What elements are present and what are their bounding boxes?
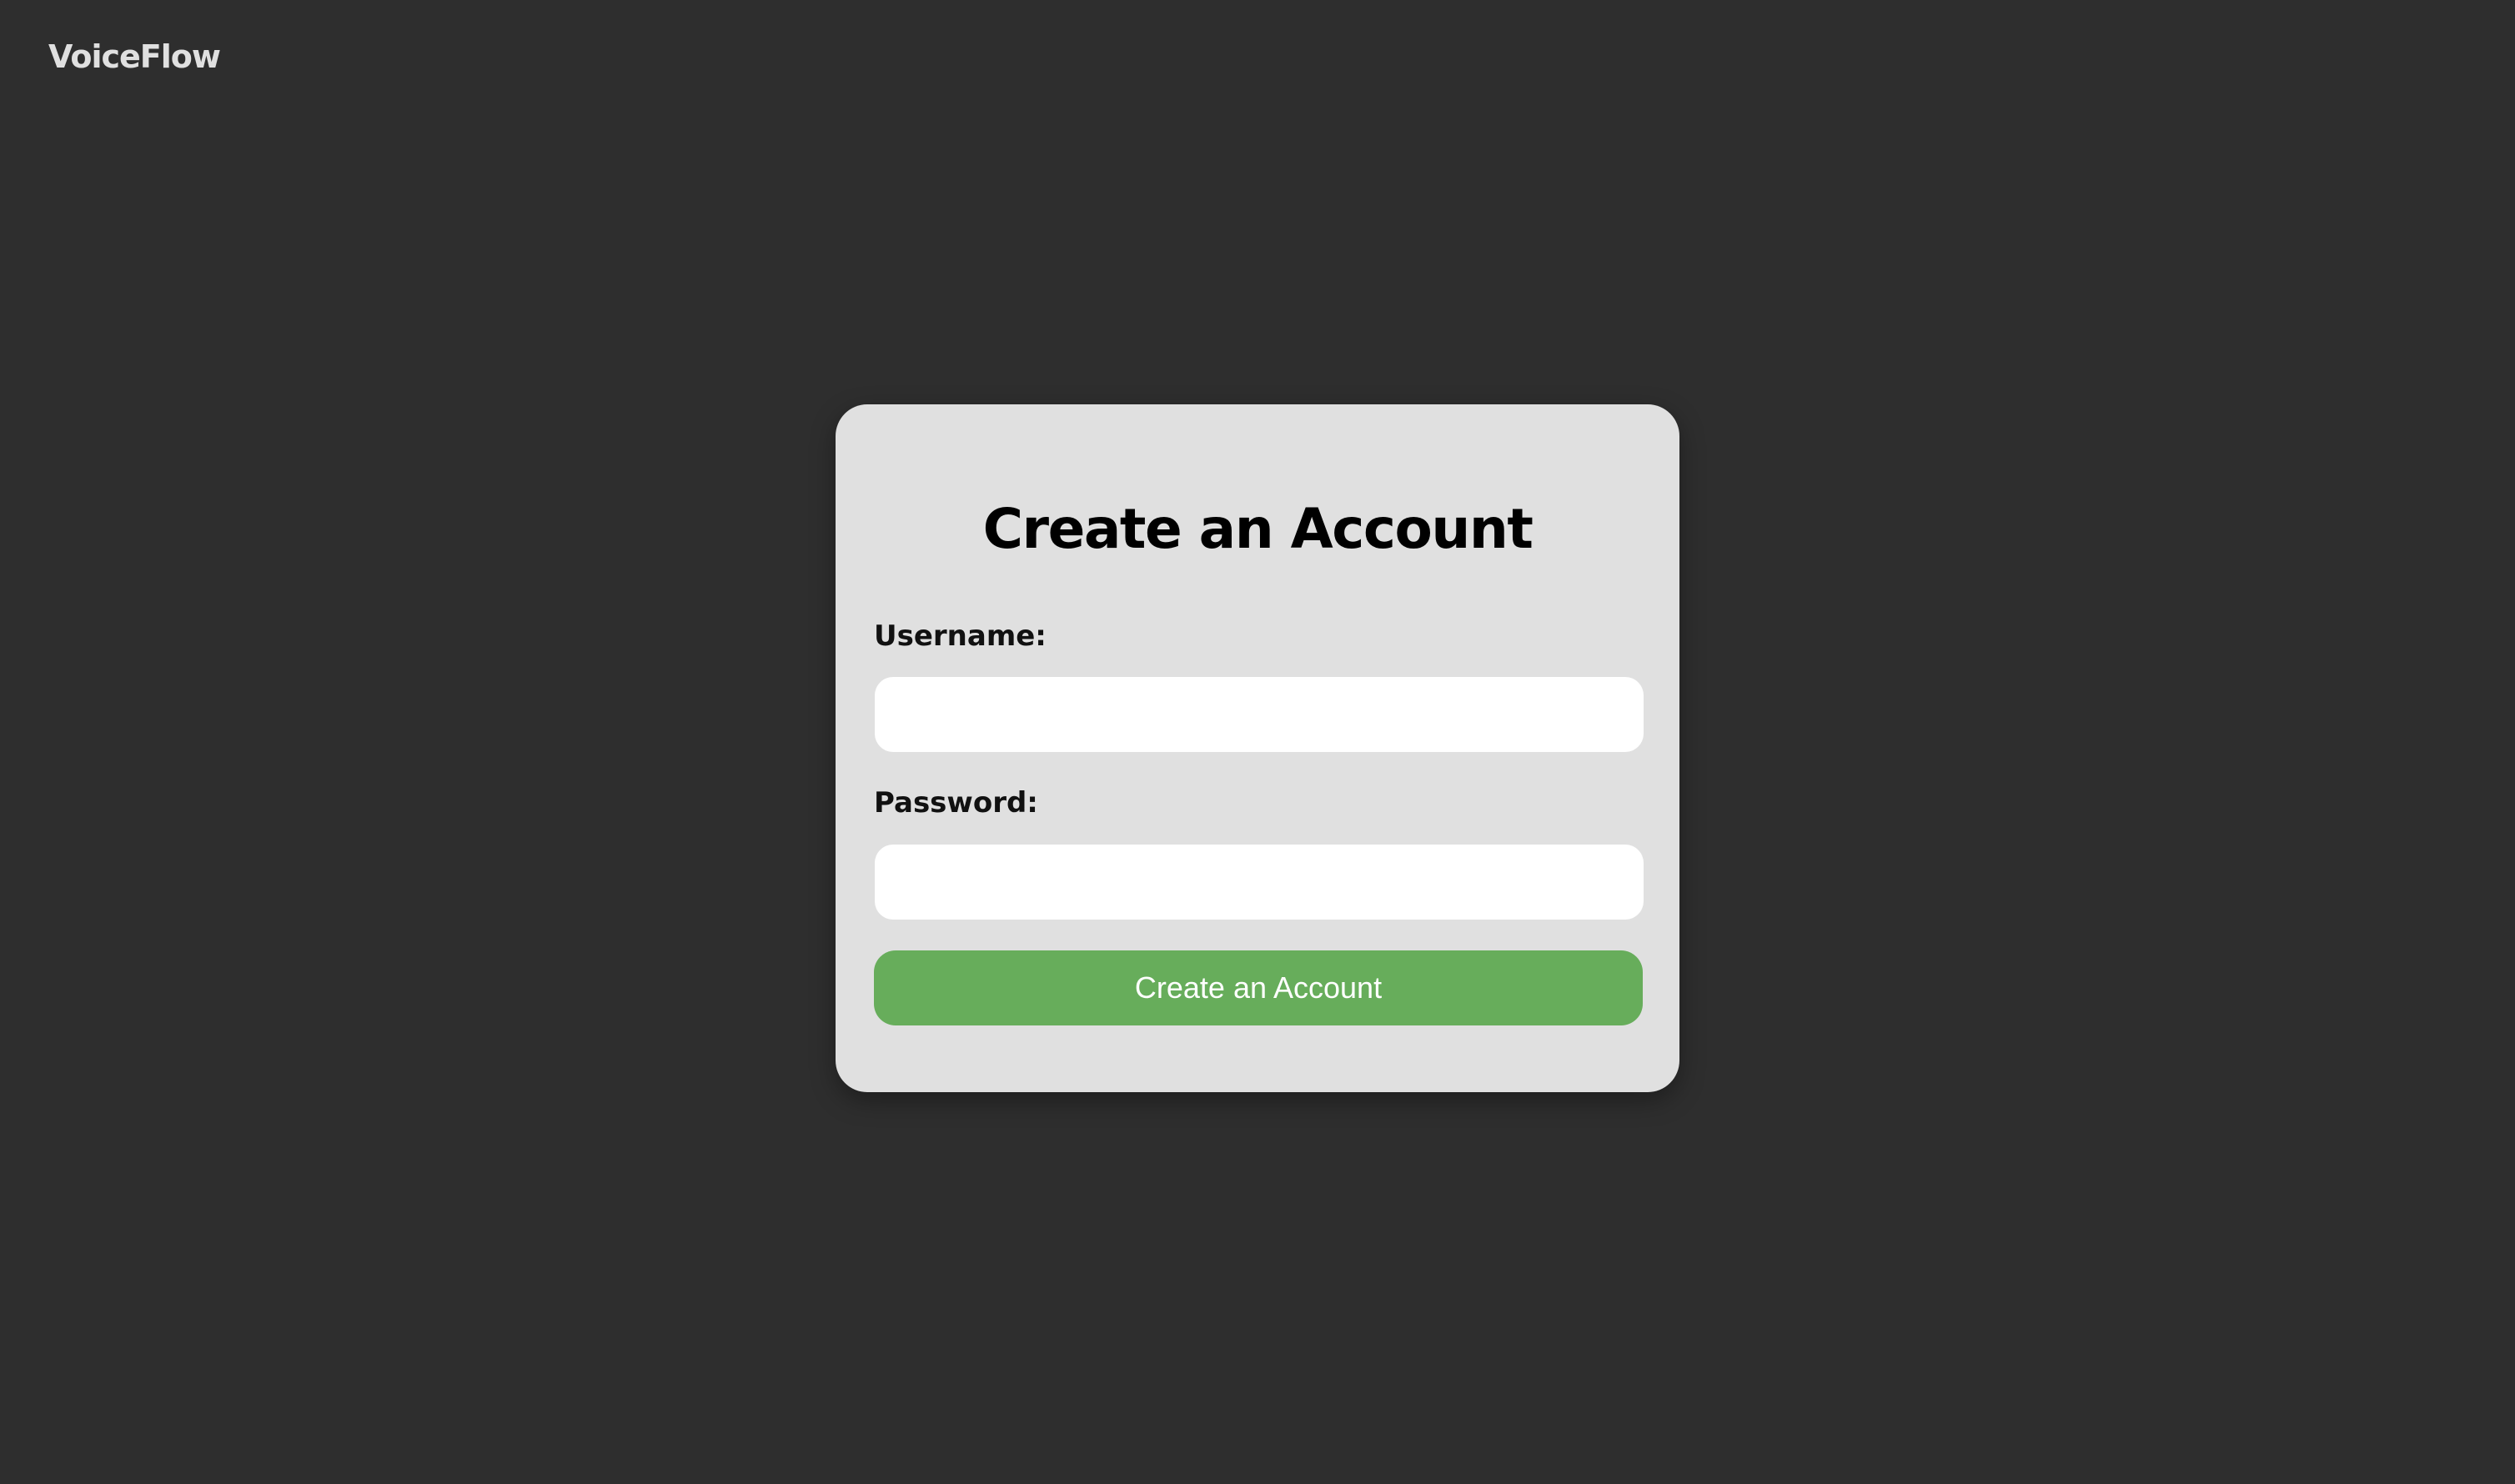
username-label: Username: xyxy=(874,619,1047,653)
brand-logo[interactable]: VoiceFlow xyxy=(48,37,221,77)
create-account-button[interactable]: Create an Account xyxy=(874,950,1643,1025)
password-input[interactable] xyxy=(875,845,1644,920)
signup-card: Create an Account Username: Password: Cr… xyxy=(836,404,1679,1092)
username-input[interactable] xyxy=(875,677,1644,752)
page-title: Create an Account xyxy=(982,497,1534,561)
password-label: Password: xyxy=(874,786,1038,820)
